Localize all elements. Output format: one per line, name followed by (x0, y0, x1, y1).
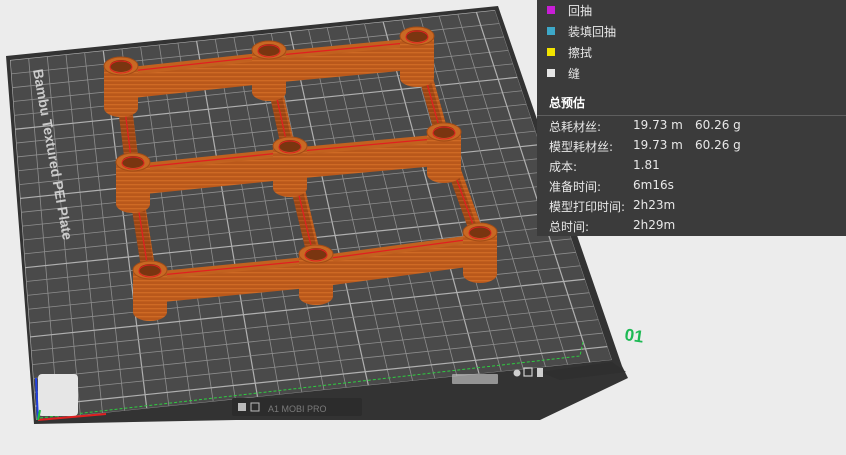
model-post-hole (122, 156, 144, 168)
plate-bottom-text: A1 MOBI PRO (268, 404, 327, 414)
stat-row-print-time: 模型打印时间: 2h23m (549, 198, 839, 217)
stat-label: 总时间: (549, 220, 590, 234)
stat-label: 模型打印时间: (549, 200, 626, 214)
legend-item-retract[interactable]: 回抽 (547, 0, 592, 20)
legend-label: 缝 (568, 66, 581, 81)
stat-row-cost: 成本: 1.81 (549, 158, 839, 177)
legend-label: 回抽 (568, 3, 593, 18)
stat-value: 2h23m (633, 198, 676, 212)
model-post-hole (406, 30, 428, 42)
plate-number: 01 (623, 325, 644, 346)
model-post-hole (258, 44, 280, 56)
legend-swatch (547, 48, 555, 56)
model-post-hole (469, 226, 491, 238)
model-post-hole (110, 60, 132, 72)
legend-swatch (547, 69, 555, 77)
legend-swatch (547, 27, 555, 35)
stat-label: 总耗材丝: (549, 120, 602, 134)
model-post-hole (279, 140, 301, 152)
legend-label: 擦拭 (568, 45, 593, 60)
stat-row-total-filament: 总耗材丝: 19.73 m 60.26 g (549, 118, 839, 137)
plate-bottom-icon-a (238, 403, 246, 411)
stat-row-prepare-time: 准备时间: 6m16s (549, 178, 839, 197)
stat-value-weight: 60.26 g (695, 138, 741, 152)
stat-value-weight: 60.26 g (695, 118, 741, 132)
legend-item-deretract[interactable]: 装填回抽 (547, 21, 616, 41)
plate-right-strip (452, 374, 498, 384)
model-post-hole (305, 248, 327, 260)
stat-value: 1.81 (633, 158, 660, 172)
legend-swatch (547, 6, 555, 14)
origin-pad (38, 374, 78, 416)
stat-row-total-time: 总时间: 2h29m (549, 218, 839, 237)
stat-value: 2h29m (633, 218, 676, 232)
model-post-hole (433, 126, 455, 138)
stat-label: 准备时间: (549, 180, 602, 194)
legend-item-wipe[interactable]: 擦拭 (547, 42, 592, 62)
gcode-legend-panel: 回抽 装填回抽 擦拭 缝 总预估 总耗材丝: 19.73 m 60.26 g 模… (537, 0, 846, 236)
stat-value: 19.73 m (633, 118, 683, 132)
stat-value: 19.73 m (633, 138, 683, 152)
stat-value: 6m16s (633, 178, 674, 192)
legend-item-seam[interactable]: 缝 (547, 63, 580, 83)
legend-label: 装填回抽 (568, 24, 617, 39)
stat-label: 模型耗材丝: (549, 140, 614, 154)
model-post-hole (139, 264, 161, 276)
stat-row-model-filament: 模型耗材丝: 19.73 m 60.26 g (549, 138, 839, 157)
stat-label: 成本: (549, 160, 578, 174)
summary-title: 总预估 (549, 96, 586, 110)
summary-divider (537, 115, 846, 116)
